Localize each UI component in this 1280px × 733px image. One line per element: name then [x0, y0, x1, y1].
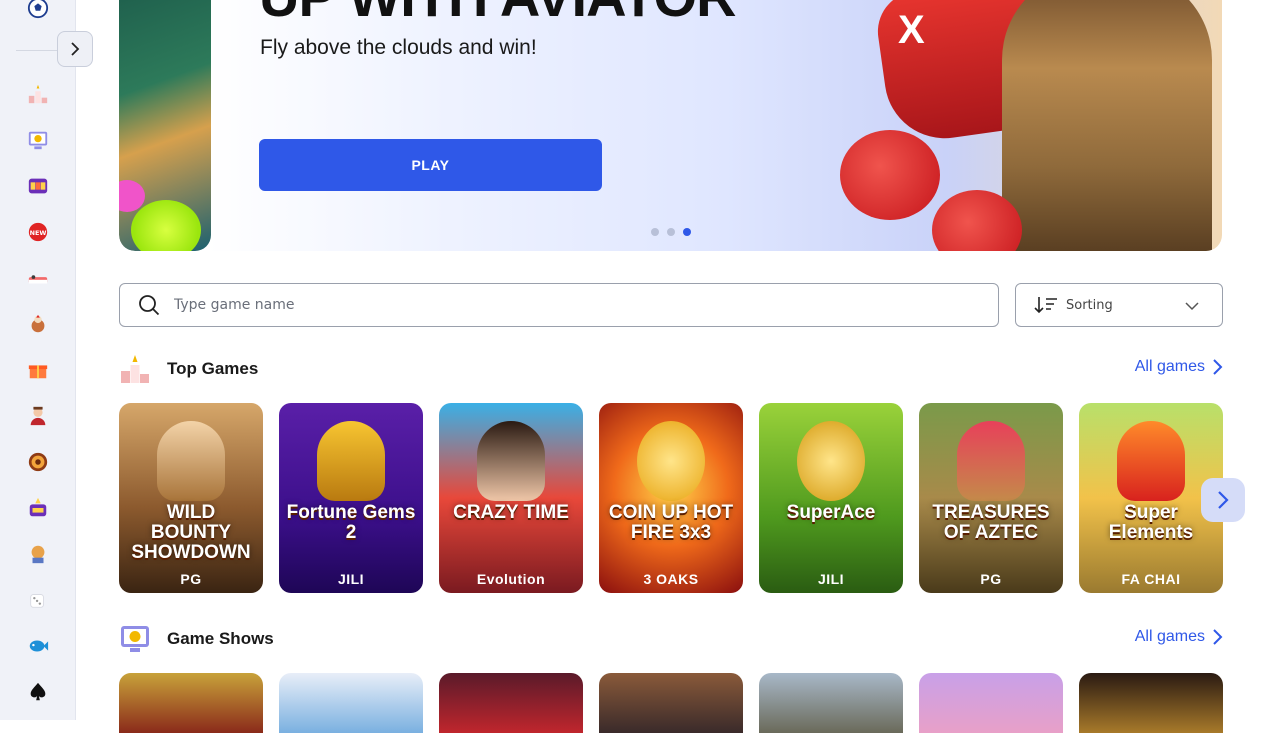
aviator-artwork: X [822, 0, 1222, 251]
game-provider: JILI [817, 571, 845, 587]
game-card[interactable] [759, 673, 903, 733]
game-card[interactable]: Fortune Gems 2 JILI [279, 403, 423, 593]
game-card[interactable] [279, 673, 423, 733]
section-title: Top Games [167, 359, 259, 378]
gift-icon[interactable] [26, 358, 50, 382]
game-title: TREASURES OF AZTEC [932, 502, 1050, 543]
banner-heading: UP WITH AVIATOR [259, 0, 737, 29]
game-card[interactable]: WILD BOUNTY SHOWDOWN PG [119, 403, 263, 593]
sidebar-divider [16, 50, 60, 51]
chevron-right-icon [1213, 629, 1223, 645]
fish-icon[interactable] [26, 634, 50, 658]
carousel-dot-active[interactable] [683, 228, 691, 236]
game-card[interactable] [1079, 673, 1223, 733]
game-provider: FA CHAI [1121, 571, 1181, 587]
carousel-dot[interactable] [651, 228, 659, 236]
spade-icon[interactable] [26, 680, 50, 704]
game-art [477, 421, 545, 501]
top-games-row: WILD BOUNTY SHOWDOWN PG Fortune Gems 2 J… [119, 403, 1223, 593]
game-art [797, 421, 865, 501]
top-games-header: Top Games All games [119, 353, 1223, 385]
slot-machine-icon[interactable] [26, 174, 50, 198]
chip-decoration [131, 200, 201, 251]
sidebar: NEW [0, 0, 76, 720]
banner-subtitle: Fly above the clouds and win! [260, 36, 537, 59]
game-title: CRAZY TIME [453, 502, 569, 523]
monitor-dollar-icon [121, 626, 149, 652]
game-provider: PG [980, 571, 1002, 587]
sort-icon [1034, 297, 1057, 314]
game-title: WILD BOUNTY SHOWDOWN [131, 502, 251, 563]
game-shows-header: Game Shows All games [119, 623, 1223, 655]
previous-slide-peek[interactable] [119, 0, 211, 251]
chevron-right-icon [1213, 359, 1223, 375]
game-card[interactable]: TREASURES OF AZTEC PG [919, 403, 1063, 593]
soccer-ball-icon[interactable] [26, 0, 50, 20]
game-title: Super Elements [1108, 502, 1194, 543]
game-art [317, 421, 385, 501]
all-games-label: All games [1134, 358, 1205, 375]
search-input[interactable] [174, 297, 954, 313]
carousel-dots [651, 228, 691, 236]
sorting-label: Sorting [1066, 297, 1113, 313]
section-title: Game Shows [167, 629, 274, 648]
plane-logo: X [898, 8, 925, 52]
game-card[interactable]: SuperAce JILI [759, 403, 903, 593]
chevron-right-icon [1218, 491, 1229, 509]
bingo-icon[interactable] [26, 542, 50, 566]
svg-text:NEW: NEW [30, 229, 47, 237]
game-card[interactable]: CRAZY TIME Evolution [439, 403, 583, 593]
dealer-icon[interactable] [26, 404, 50, 428]
sorting-select[interactable]: Sorting [1015, 283, 1223, 327]
game-provider: Evolution [476, 571, 546, 587]
next-games-button[interactable] [1201, 478, 1245, 522]
game-art [157, 421, 225, 501]
chevron-right-icon [71, 42, 80, 56]
game-shows-row [119, 673, 1223, 733]
game-title: Fortune Gems 2 [286, 502, 416, 543]
carousel-dot[interactable] [667, 228, 675, 236]
game-art [1117, 421, 1185, 501]
game-provider: JILI [337, 571, 365, 587]
game-card[interactable] [119, 673, 263, 733]
all-games-link[interactable]: All games [1135, 628, 1223, 646]
all-games-link[interactable]: All games [1135, 358, 1223, 376]
promo-banner[interactable]: UP WITH AVIATOR Fly above the clouds and… [119, 0, 1222, 251]
game-provider: 3 OAKS [643, 571, 699, 587]
chicken-icon[interactable] [26, 312, 50, 336]
search-icon [139, 295, 160, 316]
coin-image [840, 130, 940, 220]
arcade-icon[interactable] [26, 266, 50, 290]
sidebar-toggle-button[interactable] [57, 31, 93, 67]
game-card[interactable] [439, 673, 583, 733]
chevron-down-icon [1185, 302, 1199, 311]
game-search[interactable] [119, 283, 999, 327]
game-card[interactable]: COIN UP HOT FIRE 3x3 3 OAKS [599, 403, 743, 593]
jackpot-icon[interactable] [26, 496, 50, 520]
game-card[interactable] [919, 673, 1063, 733]
roulette-icon[interactable] [26, 450, 50, 474]
dice-icon[interactable] [26, 588, 50, 612]
game-art [957, 421, 1025, 501]
game-card[interactable] [599, 673, 743, 733]
game-title: COIN UP HOT FIRE 3x3 [608, 502, 734, 543]
podium-icon [121, 355, 149, 383]
monitor-dollar-icon[interactable] [26, 128, 50, 152]
pilot-image [1002, 0, 1212, 251]
game-provider: PG [180, 571, 202, 587]
podium-icon[interactable] [26, 82, 50, 106]
all-games-label: All games [1134, 628, 1205, 645]
new-badge-icon[interactable]: NEW [26, 220, 50, 244]
game-art [637, 421, 705, 501]
play-button[interactable]: PLAY [259, 139, 602, 191]
game-title: SuperAce [786, 502, 876, 523]
